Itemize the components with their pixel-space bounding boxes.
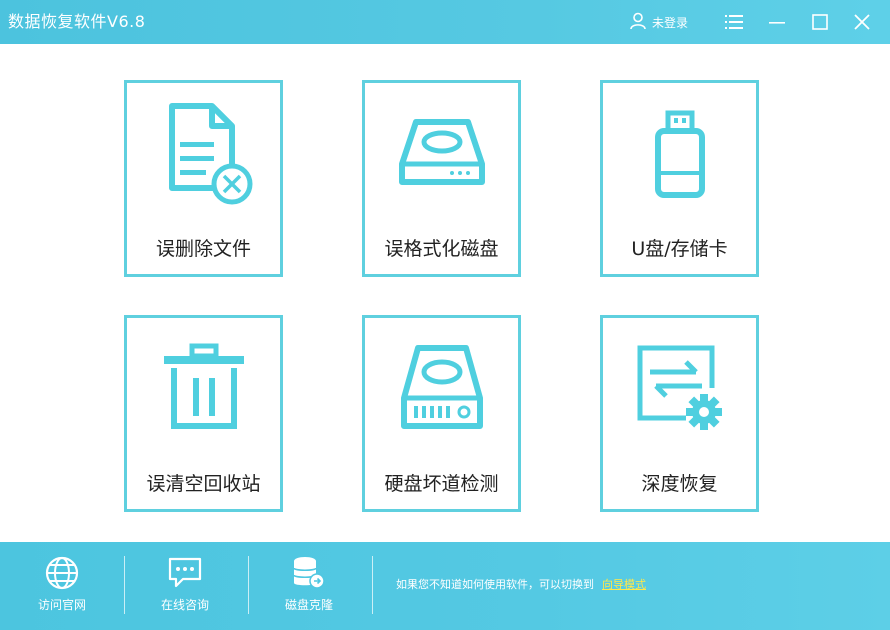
footer-bar: 访问官网 在线咨询 磁盘克隆 如果您不知道如何使用软件，可以切换到 向导模式 xyxy=(0,542,890,630)
card-label: 深度恢复 xyxy=(641,473,718,495)
card-label: U盘/存储卡 xyxy=(631,238,728,260)
card-label: 误格式化磁盘 xyxy=(384,238,499,260)
minimize-icon xyxy=(769,22,785,24)
globe-icon xyxy=(2,554,122,592)
login-status-label: 未登录 xyxy=(652,15,689,30)
deep-recovery-icon xyxy=(603,318,756,458)
disk-clone-button[interactable]: 磁盘克隆 xyxy=(249,554,369,620)
card-bad-sector-check[interactable]: 硬盘坏道检测 xyxy=(362,315,521,512)
card-formatted-disk[interactable]: 误格式化磁盘 xyxy=(362,80,521,277)
close-icon xyxy=(854,14,870,30)
user-icon xyxy=(630,12,646,33)
app-title: 数据恢复软件V6.8 xyxy=(8,12,146,31)
maximize-icon xyxy=(812,14,828,30)
card-label: 硬盘坏道检测 xyxy=(384,473,499,495)
chat-icon xyxy=(125,554,245,592)
card-recycle-bin[interactable]: 误清空回收站 xyxy=(124,315,283,512)
deleted-file-icon xyxy=(127,83,280,223)
footer-button-label: 访问官网 xyxy=(37,598,86,612)
minimize-button[interactable] xyxy=(762,8,792,36)
card-label: 误清空回收站 xyxy=(146,473,261,495)
close-button[interactable] xyxy=(847,8,877,36)
menu-icon xyxy=(725,15,743,29)
menu-button[interactable] xyxy=(719,8,749,36)
card-deep-recovery[interactable]: 深度恢复 xyxy=(600,315,759,512)
hint-text-container: 如果您不知道如何使用软件，可以切换到 向导模式 xyxy=(396,577,646,593)
divider xyxy=(372,556,373,614)
login-button[interactable]: 未登录 xyxy=(630,11,688,33)
maximize-button[interactable] xyxy=(805,8,835,36)
visit-website-button[interactable]: 访问官网 xyxy=(2,554,122,620)
footer-button-label: 在线咨询 xyxy=(160,598,209,612)
usb-drive-icon xyxy=(603,83,756,223)
hard-drive-icon xyxy=(365,318,518,458)
database-clone-icon xyxy=(249,554,369,592)
card-usb-sd[interactable]: U盘/存储卡 xyxy=(600,80,759,277)
footer-button-label: 磁盘克隆 xyxy=(284,598,333,612)
card-deleted-files[interactable]: 误删除文件 xyxy=(124,80,283,277)
disk-icon xyxy=(365,83,518,223)
hint-text: 如果您不知道如何使用软件，可以切换到 xyxy=(396,578,594,591)
online-consult-button[interactable]: 在线咨询 xyxy=(125,554,245,620)
wizard-mode-link[interactable]: 向导模式 xyxy=(602,578,646,591)
card-label: 误删除文件 xyxy=(155,238,251,260)
title-bar: 数据恢复软件V6.8 未登录 xyxy=(0,0,890,44)
trash-icon xyxy=(127,318,280,458)
